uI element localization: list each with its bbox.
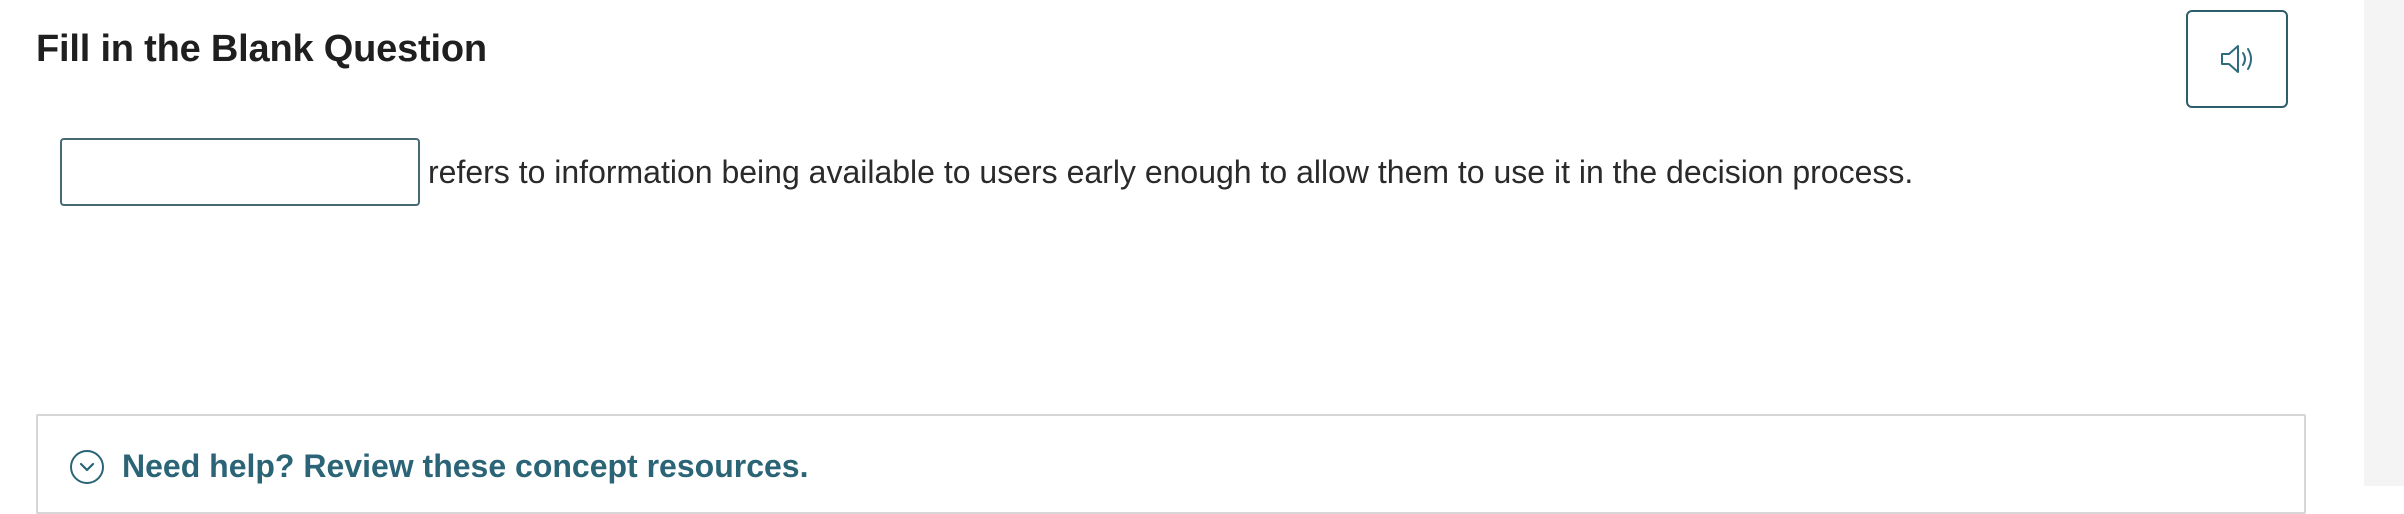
- read-aloud-button[interactable]: [2186, 10, 2288, 108]
- chevron-down-circle-icon: [70, 449, 104, 484]
- page-title: Fill in the Blank Question: [36, 28, 487, 70]
- blank-answer-input[interactable]: [60, 138, 420, 206]
- question-page: Fill in the Blank Question refers to inf…: [0, 0, 2364, 514]
- question-row: refers to information being available to…: [60, 138, 1913, 206]
- question-text: refers to information being available to…: [428, 153, 1914, 190]
- scrollbar-track[interactable]: [2364, 0, 2404, 486]
- help-resources-panel: Need help? Review these concept resource…: [36, 414, 2306, 514]
- speaker-volume-icon: [2218, 42, 2256, 76]
- help-resources-label: Need help? Review these concept resource…: [122, 448, 809, 484]
- help-resources-toggle[interactable]: Need help? Review these concept resource…: [70, 448, 808, 485]
